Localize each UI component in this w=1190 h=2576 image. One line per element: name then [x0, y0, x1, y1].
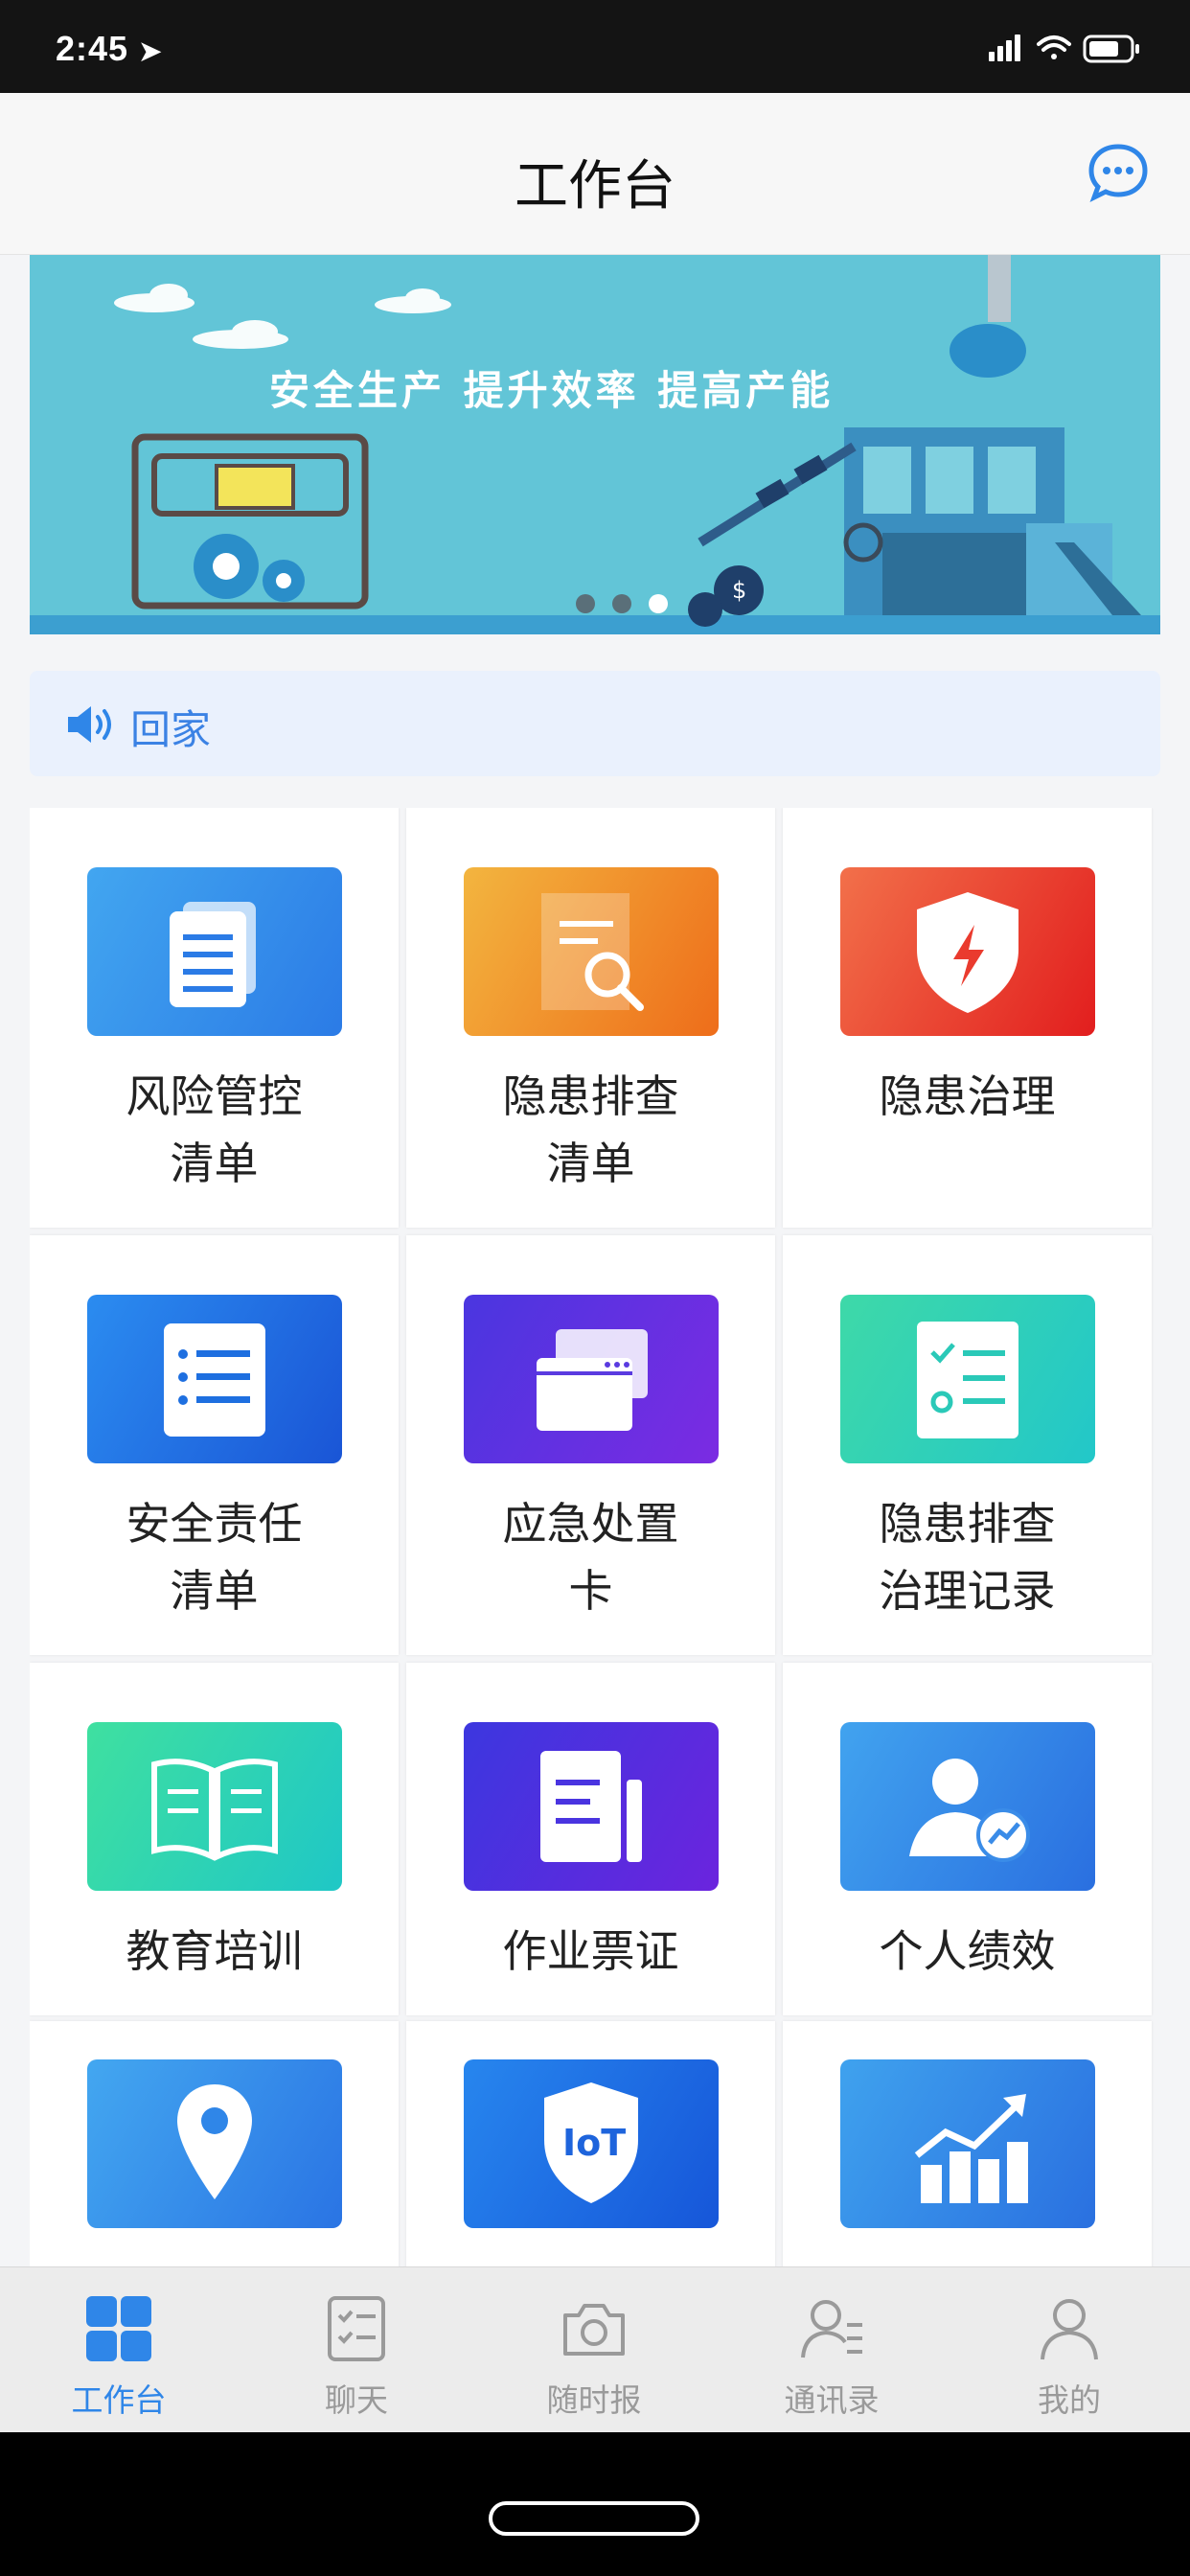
user-icon	[1041, 2299, 1098, 2360]
wifi-icon	[1037, 35, 1071, 59]
notice-text: 回家	[130, 706, 212, 753]
battery-icon	[1083, 34, 1139, 63]
tile-growth-chart[interactable]	[783, 2021, 1152, 2266]
tile-label-line2: 卡	[568, 1565, 613, 1617]
tile-label-line2: 清单	[170, 1565, 259, 1617]
tab-workbench[interactable]: 工作台	[0, 2267, 238, 2433]
tile-label: 作业票证	[406, 1918, 775, 1985]
carousel-indicator	[576, 594, 668, 613]
tile-education-training[interactable]: 教育培训	[30, 1663, 399, 2015]
tile-label-line2: 清单	[170, 1138, 259, 1189]
status-time-text: 2:45	[56, 29, 129, 68]
banner-illustration: $	[30, 255, 1160, 634]
document-search-icon	[464, 867, 719, 1036]
notice-bar[interactable]: 回家	[30, 671, 1160, 776]
tab-label: 工作台	[71, 2381, 167, 2419]
bottom-tab-bar: 工作台 聊天 随时报 通讯录 我的	[0, 2266, 1190, 2433]
status-icons	[989, 34, 1139, 63]
function-grid: 风险管控 清单 隐患排查 清单 隐患治理 安全责任 清单 应急处置 卡 隐患排查…	[30, 808, 1160, 2266]
tile-label-line1: 风险管控	[126, 1070, 303, 1122]
list-icon	[87, 1295, 342, 1463]
tile-label: 隐患排查 治理记录	[783, 1490, 1152, 1624]
tile-label-line1: 安全责任	[126, 1498, 303, 1550]
signal-icon	[989, 34, 1020, 61]
carousel-dot-active[interactable]	[649, 594, 668, 613]
tile-personal-performance[interactable]: 个人绩效	[783, 1663, 1152, 2015]
tile-hazard-governance[interactable]: 隐患治理	[783, 808, 1152, 1228]
tile-label: 安全责任 清单	[30, 1490, 399, 1624]
tile-label-line2: 治理记录	[879, 1565, 1056, 1617]
windows-icon	[464, 1295, 719, 1463]
tile-label-line1: 个人绩效	[879, 1925, 1056, 1977]
location-arrow-icon: ➤	[139, 36, 163, 66]
tile-location[interactable]	[30, 2021, 399, 2266]
camera-icon	[563, 2304, 625, 2356]
tile-hazard-records[interactable]: 隐患排查 治理记录	[783, 1235, 1152, 1655]
tile-label: 应急处置 卡	[406, 1490, 775, 1624]
tab-label: 我的	[1038, 2381, 1101, 2419]
tile-label: 风险管控 清单	[30, 1063, 399, 1197]
tab-contacts[interactable]: 通讯录	[713, 2267, 950, 2433]
tile-label-line1: 应急处置	[502, 1498, 679, 1550]
checklist-icon	[840, 1295, 1095, 1463]
status-bar: 2:45 ➤	[0, 0, 1190, 93]
grid-icon	[86, 2296, 151, 2361]
documents-icon	[87, 867, 342, 1036]
growth-chart-icon	[840, 2059, 1095, 2228]
svg-text:IoT: IoT	[562, 2122, 626, 2164]
home-indicator[interactable]	[489, 2501, 699, 2536]
tab-label: 聊天	[325, 2381, 388, 2419]
home-indicator-area	[0, 2432, 1190, 2576]
svg-text:$: $	[732, 577, 746, 604]
carousel-dot[interactable]	[612, 594, 631, 613]
tab-label: 随时报	[546, 2381, 642, 2419]
tab-report[interactable]: 随时报	[475, 2267, 713, 2433]
promo-banner[interactable]: $ 安全生产 提升效率 提高产能	[30, 255, 1160, 634]
tile-label: 教育培训	[30, 1918, 399, 1985]
tile-label: 隐患治理	[783, 1063, 1152, 1130]
tile-label-line1: 隐患排查	[502, 1070, 679, 1122]
tile-hazard-inspection-list[interactable]: 隐患排查 清单	[406, 808, 775, 1228]
tile-safety-responsibility-list[interactable]: 安全责任 清单	[30, 1235, 399, 1655]
book-icon	[87, 1722, 342, 1891]
tile-label-line1: 作业票证	[502, 1925, 679, 1977]
tile-emergency-card[interactable]: 应急处置 卡	[406, 1235, 775, 1655]
chat-checklist-icon	[328, 2296, 385, 2361]
banner-slogan: 安全生产 提升效率 提高产能	[269, 367, 835, 414]
speaker-icon	[68, 706, 111, 743]
message-bubble-icon[interactable]	[1087, 141, 1150, 204]
page-title: 工作台	[515, 155, 675, 218]
tile-label: 个人绩效	[783, 1918, 1152, 1985]
iot-shield-icon: IoT	[464, 2059, 719, 2228]
tile-label-line1: 隐患治理	[879, 1070, 1056, 1122]
tile-label: 隐患排查 清单	[406, 1063, 775, 1197]
carousel-dot[interactable]	[576, 594, 595, 613]
tile-work-permit[interactable]: 作业票证	[406, 1663, 775, 2015]
contacts-icon	[801, 2300, 862, 2358]
status-time: 2:45 ➤	[56, 29, 163, 69]
user-growth-icon	[840, 1722, 1095, 1891]
tile-label-line2: 清单	[546, 1138, 635, 1189]
tab-label: 通讯录	[784, 2381, 880, 2419]
location-pin-icon	[87, 2059, 342, 2228]
shield-lightning-icon	[840, 867, 1095, 1036]
tile-risk-control-list[interactable]: 风险管控 清单	[30, 808, 399, 1228]
ticket-icon	[464, 1722, 719, 1891]
app-header: 工作台	[0, 93, 1190, 255]
tile-label-line1: 教育培训	[126, 1925, 303, 1977]
tile-label-line1: 隐患排查	[879, 1498, 1056, 1550]
tab-mine[interactable]: 我的	[950, 2267, 1188, 2433]
tab-chat[interactable]: 聊天	[238, 2267, 475, 2433]
tile-iot[interactable]: IoT	[406, 2021, 775, 2266]
